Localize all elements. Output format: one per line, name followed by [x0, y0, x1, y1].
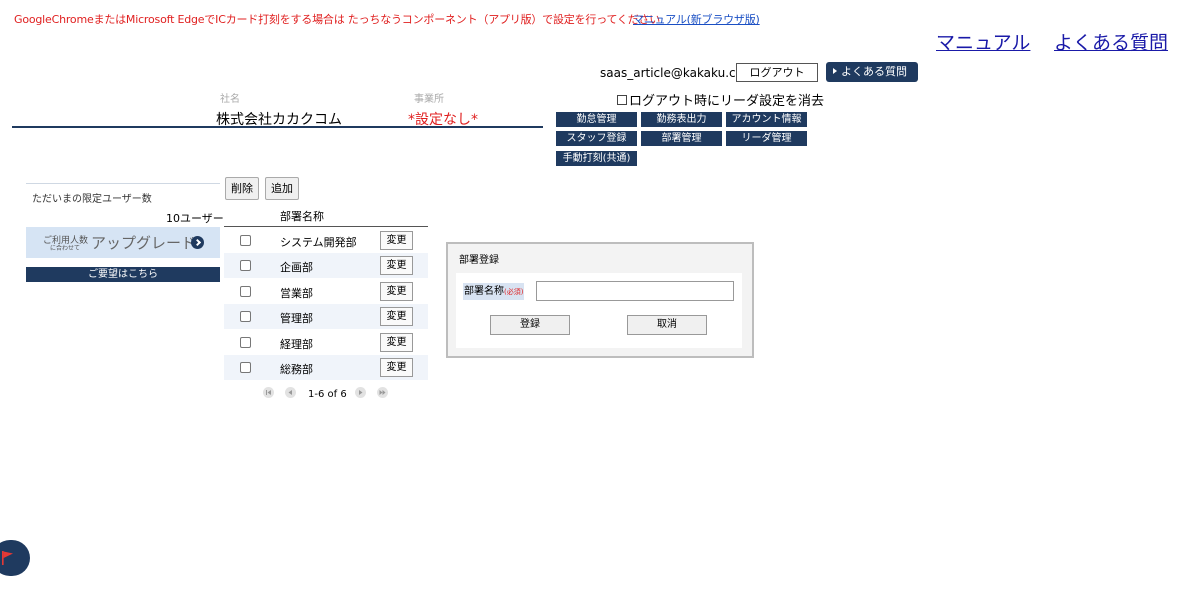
row-checkbox[interactable] [240, 286, 251, 297]
faq-button[interactable]: よくある質問 [826, 62, 918, 82]
table-row: 管理部 変更 [224, 304, 428, 329]
department-name-input[interactable] [536, 281, 734, 301]
nav-reader-management[interactable]: リーダ管理 [726, 131, 807, 146]
flag-icon [2, 551, 13, 565]
first-page-icon[interactable] [263, 387, 274, 398]
last-page-icon[interactable] [377, 387, 388, 398]
triangle-right-icon [833, 68, 837, 74]
nav-department-management[interactable]: 部署管理 [641, 131, 722, 146]
company-label: 社名 [220, 94, 240, 105]
dialog-title: 部署登録 [459, 255, 499, 266]
pager-status: 1-6 of 6 [308, 389, 347, 400]
next-page-icon[interactable] [355, 387, 366, 398]
register-button[interactable]: 登録 [490, 315, 570, 335]
change-button[interactable]: 変更 [380, 307, 413, 326]
upgrade-main-text: アップグレード [91, 234, 197, 252]
upgrade-banner[interactable]: ご利用人数 に合わせて アップグレード [26, 227, 220, 258]
cancel-button[interactable]: 取消 [627, 315, 707, 335]
department-name: システム開発部 [280, 236, 357, 249]
nav-staff-registration[interactable]: スタッフ登録 [556, 131, 637, 146]
sidebar-title: ただいまの限定ユーザー数 [32, 194, 152, 205]
chevron-right-icon [191, 236, 204, 249]
department-name-field-label: 部署名称(必須) [463, 283, 525, 300]
nav-attendance[interactable]: 勤怠管理 [556, 112, 637, 127]
clear-reader-option[interactable]: ログアウト時にリーダ設定を消去 [617, 90, 824, 109]
row-checkbox[interactable] [240, 311, 251, 322]
office-label: 事業所 [414, 94, 444, 105]
department-name: 管理部 [280, 312, 313, 325]
delete-button[interactable]: 削除 [225, 177, 259, 200]
row-checkbox[interactable] [240, 337, 251, 348]
prev-page-icon[interactable] [285, 387, 296, 398]
upgrade-line2: に合わせて [50, 245, 81, 252]
row-checkbox[interactable] [240, 362, 251, 373]
table-header-divider [224, 226, 428, 227]
faq-link[interactable]: よくある質問 [1054, 28, 1168, 55]
add-button[interactable]: 追加 [265, 177, 299, 200]
feedback-flag-button[interactable] [0, 540, 30, 576]
change-button[interactable]: 変更 [380, 358, 413, 377]
table-row: 経理部 変更 [224, 330, 428, 355]
request-button[interactable]: ご要望はこちら [26, 267, 220, 282]
nav-account-info[interactable]: アカウント情報 [726, 112, 807, 127]
user-email: saas_article@kakaku.com [600, 66, 755, 80]
change-button[interactable]: 変更 [380, 282, 413, 301]
change-button[interactable]: 変更 [380, 256, 413, 275]
department-name-header: 部署名称 [280, 210, 324, 223]
row-checkbox[interactable] [240, 235, 251, 246]
manual-link[interactable]: マニュアル [936, 28, 1030, 55]
nav-manual-punch[interactable]: 手動打刻(共通) [556, 151, 637, 166]
department-name: 総務部 [280, 363, 313, 376]
clear-reader-checkbox[interactable] [617, 94, 627, 105]
change-button[interactable]: 変更 [380, 333, 413, 352]
change-button[interactable]: 変更 [380, 231, 413, 250]
user-count: 10ユーザー [166, 212, 224, 225]
faq-button-label: よくある質問 [841, 65, 907, 78]
manual-new-browser-link[interactable]: マニュアル(新ブラウザ版) [633, 11, 760, 27]
table-row: システム開発部 変更 [224, 228, 428, 253]
clear-reader-label: ログアウト時にリーダ設定を消去 [629, 94, 825, 109]
department-name: 営業部 [280, 287, 313, 300]
department-name: 企画部 [280, 261, 313, 274]
required-mark: (必須) [504, 288, 524, 296]
browser-notice: GoogleChromeまたはMicrosoft EdgeでICカード打刻をする… [14, 13, 661, 26]
department-name: 経理部 [280, 338, 313, 351]
row-checkbox[interactable] [240, 260, 251, 271]
table-row: 企画部 変更 [224, 253, 428, 278]
field-label-text: 部署名称 [464, 286, 504, 297]
sidebar-divider [26, 183, 220, 184]
header-divider [12, 126, 543, 128]
logout-button[interactable]: ログアウト [736, 63, 818, 82]
table-row: 営業部 変更 [224, 279, 428, 304]
table-row: 総務部 変更 [224, 355, 428, 380]
nav-timesheet-export[interactable]: 勤務表出力 [641, 112, 722, 127]
